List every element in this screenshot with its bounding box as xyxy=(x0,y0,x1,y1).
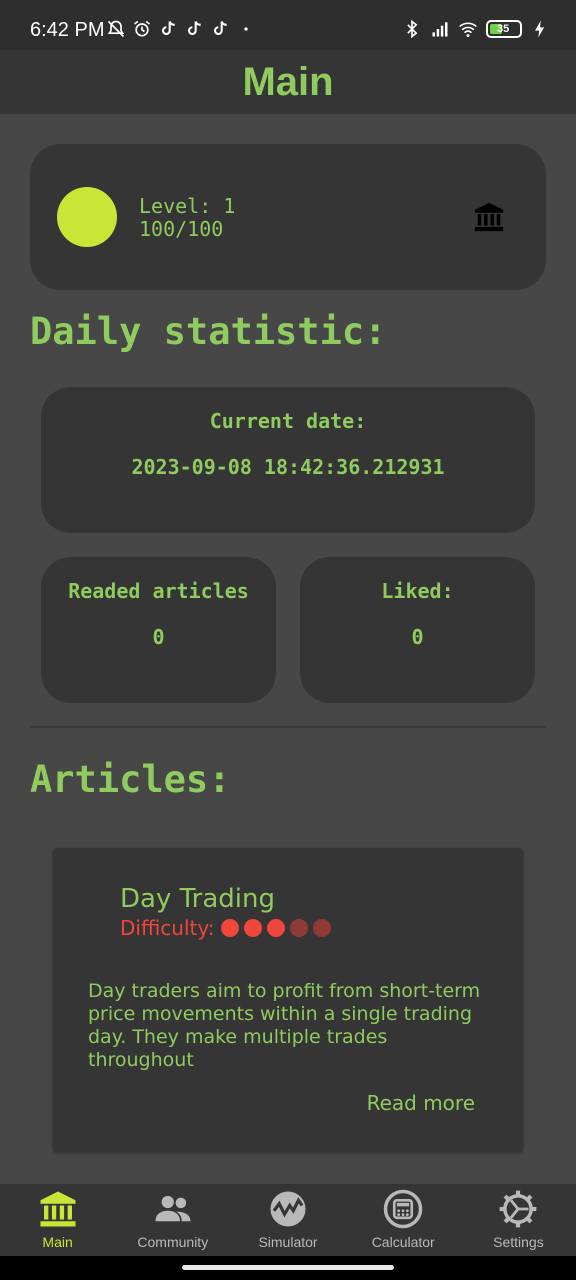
article-description: Day traders aim to profit from short-ter… xyxy=(88,980,481,1071)
divider xyxy=(30,726,546,728)
tiktok-icon xyxy=(187,21,201,36)
charging-icon xyxy=(535,20,545,38)
signal-icon xyxy=(432,22,448,37)
tiktok-icon xyxy=(161,21,175,36)
nav-label-main: Main xyxy=(42,1234,73,1250)
nav-item-simulator[interactable]: Simulator xyxy=(230,1184,345,1256)
level-avatar xyxy=(57,187,117,247)
status-time: 6:42 PM xyxy=(30,19,105,41)
liked-label: Liked: xyxy=(381,579,454,603)
wifi-icon xyxy=(459,22,477,38)
difficulty-dot-filled xyxy=(267,919,286,937)
calculator-icon xyxy=(383,1189,423,1229)
difficulty-dot-filled xyxy=(221,919,240,937)
nav-item-main[interactable]: Main xyxy=(0,1184,115,1256)
bluetooth-icon xyxy=(407,19,418,39)
people-icon xyxy=(155,1195,191,1222)
gear-icon xyxy=(500,1190,537,1228)
gesture-bar xyxy=(0,1256,576,1280)
level-label: Level: 1 xyxy=(139,194,236,218)
level-info: Level: 1 100/100 xyxy=(139,195,235,241)
liked-card: Liked: 0 xyxy=(300,557,535,703)
battery-icon: 35 xyxy=(486,20,522,38)
nav-item-settings[interactable]: Settings xyxy=(461,1184,576,1256)
readed-articles-value: 0 xyxy=(152,625,165,649)
difficulty-dot-empty xyxy=(313,919,332,937)
article-card[interactable]: Day Trading Difficulty: Day traders aim … xyxy=(53,848,523,1152)
dot-icon xyxy=(244,27,248,31)
tiktok-icon xyxy=(213,21,227,36)
articles-heading: Articles: xyxy=(30,758,231,801)
alarm-icon xyxy=(134,20,150,37)
current-date-card: Current date: 2023-09-08 18:42:36.212931 xyxy=(41,387,535,533)
bell-off-icon xyxy=(107,20,125,38)
home-indicator[interactable] xyxy=(182,1265,394,1270)
bank-icon[interactable] xyxy=(472,200,506,234)
level-progress: 100/100 xyxy=(139,217,224,241)
article-difficulty: Difficulty: xyxy=(120,916,332,940)
read-more-link[interactable]: Read more xyxy=(367,1091,475,1115)
difficulty-label: Difficulty: xyxy=(120,916,215,940)
bank-icon xyxy=(40,1191,76,1227)
daily-statistic-heading: Daily statistic: xyxy=(30,310,387,353)
readed-articles-card: Readed articles 0 xyxy=(41,557,276,703)
nav-label-community: Community xyxy=(137,1234,209,1250)
article-title: Day Trading xyxy=(120,884,275,914)
status-left-icons xyxy=(106,18,256,40)
status-right-icons: 35 xyxy=(402,18,550,40)
level-card: Level: 1 100/100 xyxy=(30,144,546,290)
chart-wave-icon xyxy=(270,1191,306,1227)
current-date-value: 2023-09-08 18:42:36.212931 xyxy=(131,455,445,479)
page-title: Main xyxy=(242,59,334,104)
status-bar: 6:42 PM 35 xyxy=(0,0,576,50)
nav-item-calculator[interactable]: Calculator xyxy=(346,1184,461,1256)
nav-label-settings: Settings xyxy=(493,1234,544,1250)
battery-level: 35 xyxy=(497,23,510,35)
app-bar: Main xyxy=(0,50,576,114)
liked-value: 0 xyxy=(411,625,424,649)
current-date-label: Current date: xyxy=(209,409,367,433)
nav-item-community[interactable]: Community xyxy=(115,1184,230,1256)
difficulty-dot-empty xyxy=(290,919,309,937)
difficulty-dot-filled xyxy=(244,919,263,937)
bottom-navigation: Main Community Simulator Calculator Sett… xyxy=(0,1184,576,1256)
nav-label-calculator: Calculator xyxy=(371,1234,435,1250)
nav-label-simulator: Simulator xyxy=(258,1234,318,1250)
readed-articles-label: Readed articles xyxy=(68,579,249,603)
